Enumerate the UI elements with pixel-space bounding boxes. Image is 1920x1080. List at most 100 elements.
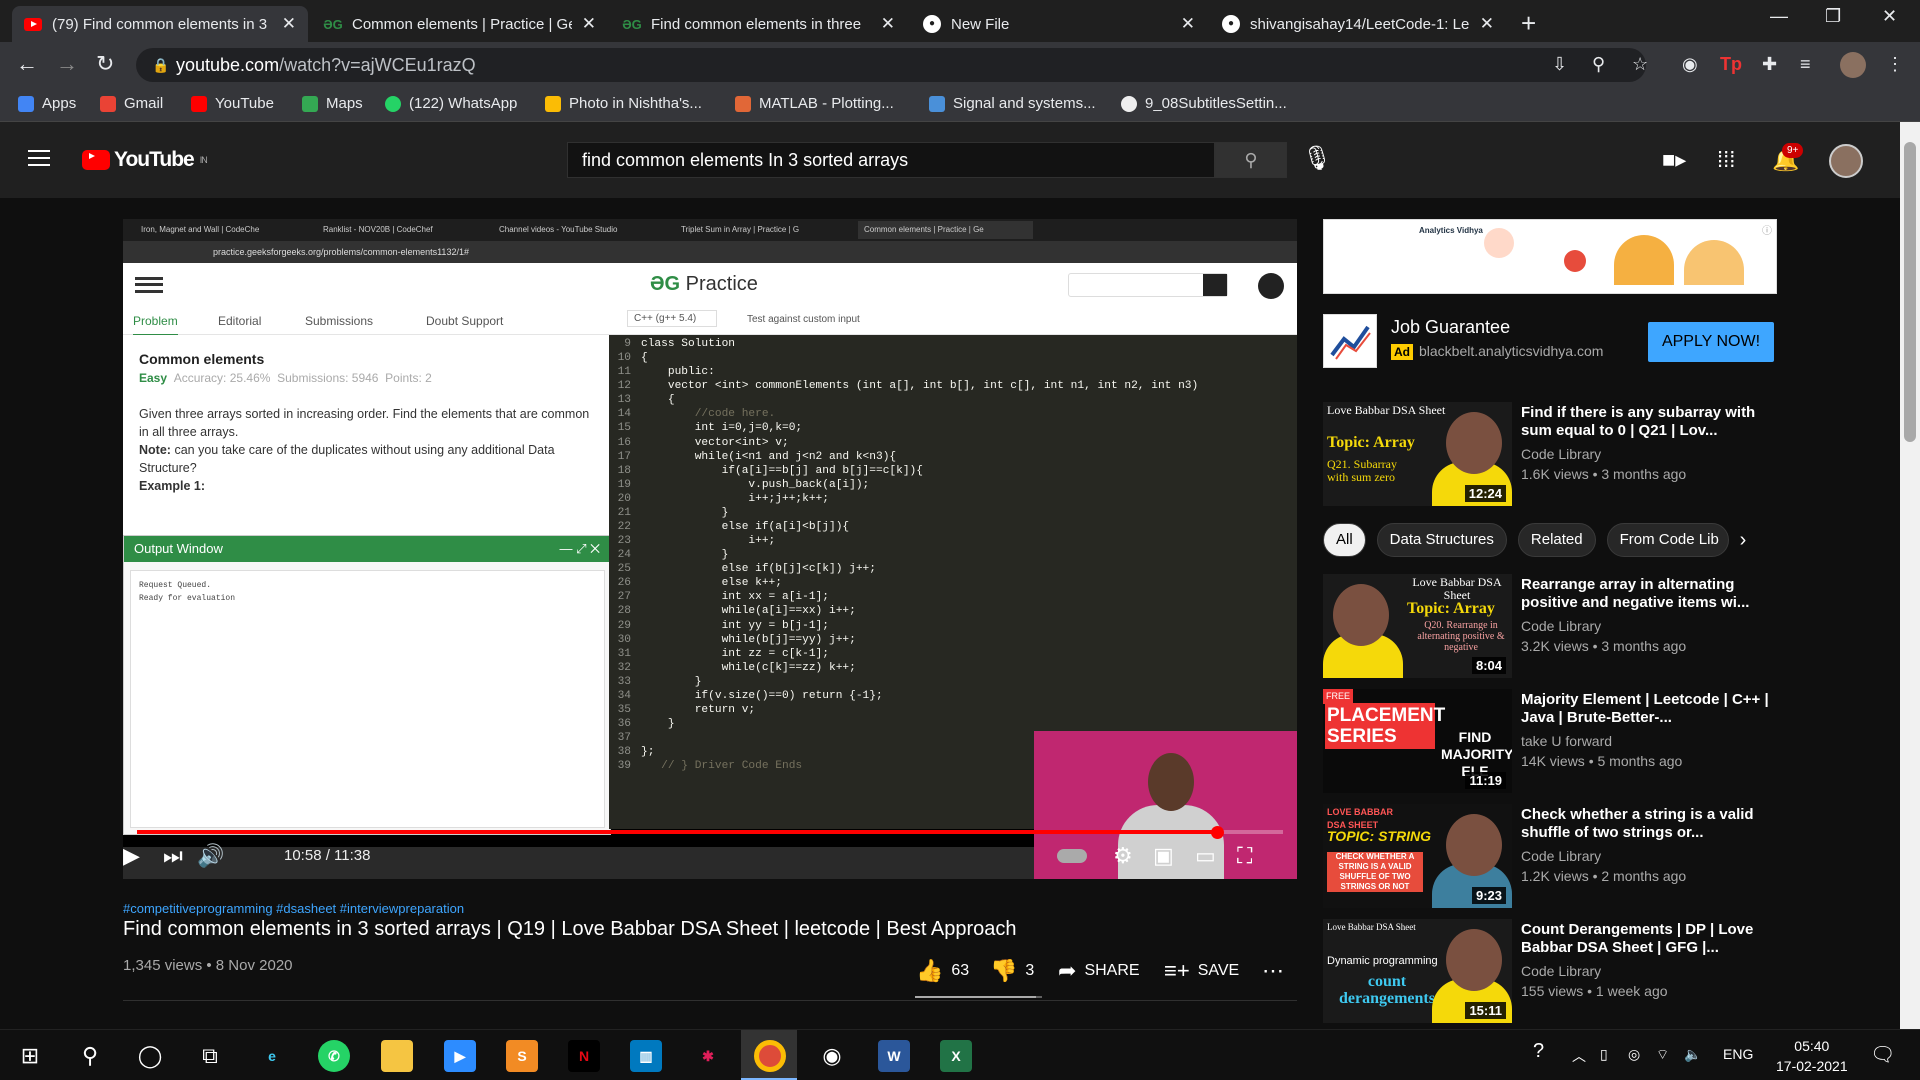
chrome-icon[interactable] <box>754 1040 786 1072</box>
whatsapp-icon[interactable]: ✆ <box>318 1040 350 1072</box>
apply-now-button[interactable]: APPLY NOW! <box>1648 322 1774 362</box>
search-input[interactable]: find common elements In 3 sorted arrays <box>567 142 1215 178</box>
bookmark-whatsapp[interactable]: (122) WhatsApp <box>385 95 517 112</box>
browser-tab-gfg-article[interactable]: ƏG Find common elements in three ✕ <box>611 6 907 42</box>
browser-tab-github-new-file[interactable]: ● New File ✕ <box>911 6 1207 42</box>
page-scrollbar[interactable] <box>1900 122 1920 1029</box>
excel-icon[interactable]: X <box>940 1040 972 1072</box>
trello-icon[interactable]: ▥ <box>630 1040 662 1072</box>
ad-row[interactable]: Job Guarantee Ad blackbelt.analyticsvidhy… <box>1323 310 1777 370</box>
battery-icon[interactable]: ▯ <box>1600 1046 1608 1063</box>
maximize-button[interactable]: ❐ <box>1825 6 1841 27</box>
apps-grid-icon[interactable]: ⁞⁞⁞ <box>1717 147 1735 173</box>
file-explorer-icon[interactable] <box>381 1040 413 1072</box>
edge-icon[interactable]: e <box>256 1040 288 1072</box>
volume-button[interactable]: 🔊 <box>197 843 224 869</box>
video-thumbnail[interactable]: Love Babbar DSA Sheet Dynamic programmin… <box>1323 919 1512 1023</box>
recommended-video[interactable]: Love Babbar DSA Sheet Topic: Array Q21. … <box>1323 402 1777 506</box>
account-avatar[interactable] <box>1829 144 1863 178</box>
network-icon[interactable]: ◎ <box>1628 1046 1640 1063</box>
video-hashtags[interactable]: #competitiveprogramming #dsasheet #inter… <box>123 901 464 916</box>
tray-expand-chevron-icon[interactable]: ︿ <box>1572 1046 1586 1066</box>
channel-name[interactable]: take U forward <box>1521 733 1612 749</box>
ad-info-icon[interactable]: ⓘ <box>1762 222 1772 237</box>
channel-name[interactable]: Code Library <box>1521 963 1601 979</box>
chip-from-code-library[interactable]: From Code Lib <box>1606 523 1729 557</box>
video-title[interactable]: Rearrange array in alternating positive … <box>1521 576 1771 612</box>
profile-avatar[interactable] <box>1840 52 1866 78</box>
bookmark-signals[interactable]: Signal and systems... <box>929 95 1096 112</box>
bookmark-star-icon[interactable]: ☆ <box>1632 54 1648 75</box>
scrollbar-thumb[interactable] <box>1904 142 1916 442</box>
video-thumbnail[interactable]: LOVE BABBAR DSA SHEET TOPIC: STRING CHEC… <box>1323 804 1512 908</box>
bookmark-youtube[interactable]: YouTube <box>191 95 274 112</box>
more-actions-button[interactable]: ⋯ <box>1262 958 1284 984</box>
bookmark-apps[interactable]: Apps <box>18 95 76 112</box>
video-progress-bar[interactable] <box>137 826 1283 839</box>
cortana-icon[interactable]: ◯ <box>134 1040 166 1072</box>
zoom-icon[interactable]: ⚲ <box>1592 54 1605 75</box>
video-title[interactable]: Majority Element | Leetcode | C++ | Java… <box>1521 691 1771 727</box>
bookmark-photo[interactable]: Photo in Nishtha's... <box>545 95 702 112</box>
fullscreen-icon[interactable]: ⛶ <box>1237 843 1252 869</box>
system-clock[interactable]: 05:40 17-02-2021 <box>1776 1036 1848 1076</box>
recommended-video[interactable]: LOVE BABBAR DSA SHEET TOPIC: STRING CHEC… <box>1323 804 1777 908</box>
video-thumbnail[interactable]: FREE PLACEMENT SERIES FIND MAJORITY ELE … <box>1323 689 1512 793</box>
notification-center-icon[interactable]: 🗨 <box>1870 1042 1895 1067</box>
close-tab-icon[interactable]: ✕ <box>582 14 596 34</box>
close-tab-icon[interactable]: ✕ <box>282 14 296 34</box>
autoplay-toggle[interactable] <box>1057 849 1087 863</box>
task-view-icon[interactable]: ⧉ <box>194 1040 226 1072</box>
reload-button[interactable]: ↻ <box>96 51 114 77</box>
bookmark-gmail[interactable]: Gmail <box>100 95 163 112</box>
extensions-puzzle-icon[interactable]: ✚ <box>1762 54 1777 75</box>
theater-mode-icon[interactable]: ▭ <box>1195 843 1216 869</box>
input-language[interactable]: ENG <box>1723 1046 1753 1062</box>
channel-name[interactable]: Code Library <box>1521 446 1601 462</box>
menu-icon[interactable] <box>28 150 50 166</box>
video-thumbnail[interactable]: Love Babbar DSA Sheet Topic: Array Q21. … <box>1323 402 1512 506</box>
wifi-icon[interactable]: ⌔ <box>1656 1046 1669 1064</box>
video-player[interactable]: Iron, Magnet and Wall | CodeChe Ranklist… <box>123 219 1297 879</box>
forward-button[interactable]: → <box>56 51 78 77</box>
recommended-video[interactable]: Love Babbar DSA Sheet Topic: Array Q20. … <box>1323 574 1777 678</box>
play-button[interactable]: ▶ <box>123 843 140 869</box>
install-icon[interactable]: ⇩ <box>1552 54 1567 75</box>
close-window-button[interactable]: ✕ <box>1882 6 1897 27</box>
close-tab-icon[interactable]: ✕ <box>1181 14 1195 34</box>
video-title[interactable]: Count Derangements | DP | Love Babbar DS… <box>1521 921 1771 957</box>
chip-data-structures[interactable]: Data Structures <box>1376 523 1507 557</box>
extension-record-icon[interactable]: ◉ <box>1682 54 1698 75</box>
chip-related[interactable]: Related <box>1517 523 1596 557</box>
word-icon[interactable]: W <box>878 1040 910 1072</box>
recommended-video[interactable]: FREE PLACEMENT SERIES FIND MAJORITY ELE … <box>1323 689 1777 793</box>
bookmark-maps[interactable]: Maps <box>302 95 363 112</box>
close-tab-icon[interactable]: ✕ <box>881 14 895 34</box>
bookmark-subtitles[interactable]: 9_08SubtitlesSettin... <box>1121 95 1287 112</box>
back-button[interactable]: ← <box>16 51 38 77</box>
bookmark-matlab[interactable]: MATLAB - Plotting... <box>735 95 894 112</box>
minimize-button[interactable]: — <box>1770 6 1788 27</box>
obs-icon[interactable]: ◉ <box>816 1040 848 1072</box>
search-icon[interactable]: ⚲ <box>74 1040 106 1072</box>
channel-name[interactable]: Code Library <box>1521 618 1601 634</box>
reading-list-icon[interactable]: ≡ <box>1800 54 1811 75</box>
slack-icon[interactable]: ✱ <box>692 1040 724 1072</box>
windows-start-icon[interactable]: ⊞ <box>14 1040 46 1072</box>
miniplayer-icon[interactable]: ▣ <box>1153 843 1174 869</box>
new-tab-button[interactable]: + <box>1521 8 1536 39</box>
video-thumbnail[interactable]: Love Babbar DSA Sheet Topic: Array Q20. … <box>1323 574 1512 678</box>
channel-name[interactable]: Code Library <box>1521 848 1601 864</box>
netflix-icon[interactable]: N <box>568 1040 600 1072</box>
zoom-app-icon[interactable]: ▶ <box>444 1040 476 1072</box>
youtube-logo[interactable]: YouTube IN <box>82 148 208 172</box>
settings-gear-icon[interactable]: ⚙ <box>1113 843 1133 869</box>
search-button[interactable]: ⚲ <box>1215 142 1287 178</box>
close-tab-icon[interactable]: ✕ <box>1480 14 1494 34</box>
voice-search-mic-icon[interactable]: 🎙 <box>1302 144 1332 173</box>
extension-tp-icon[interactable]: Tp <box>1720 54 1742 75</box>
chip-all[interactable]: All <box>1323 523 1366 557</box>
address-bar[interactable]: 🔒 youtube.com/watch?v=ajWCEu1razQ <box>136 48 1646 82</box>
video-title[interactable]: Find if there is any subarray with sum e… <box>1521 404 1771 440</box>
save-button[interactable]: ≡+ SAVE <box>1164 958 1239 984</box>
